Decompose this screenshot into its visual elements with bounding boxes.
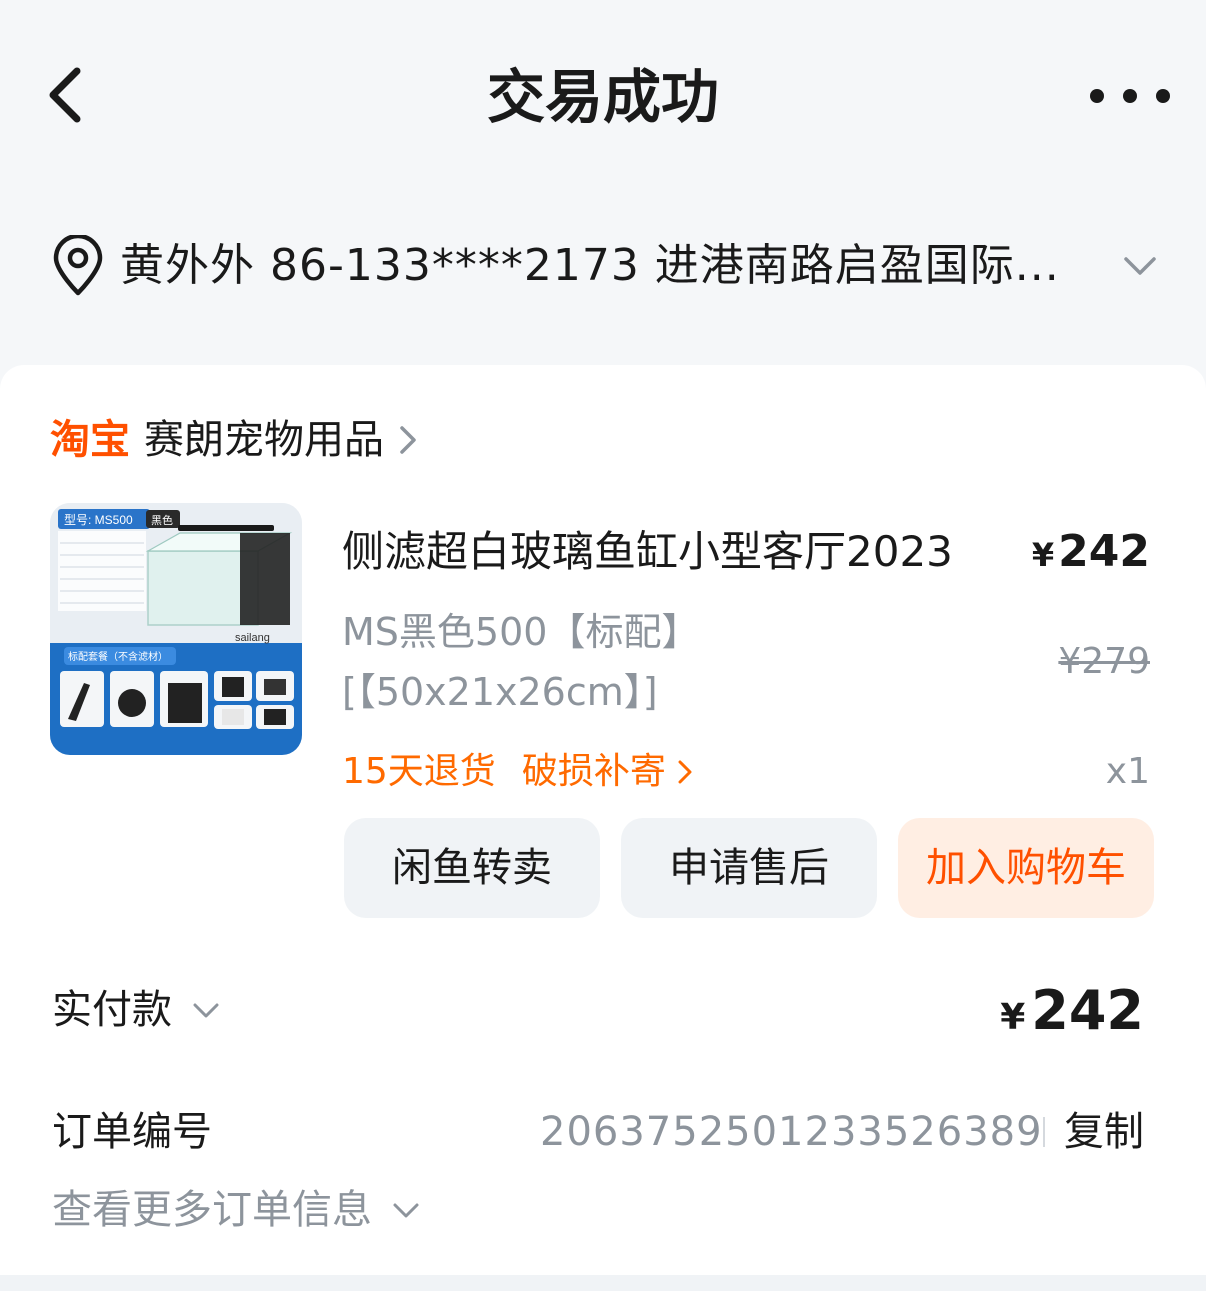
chevron-down-icon	[193, 1003, 219, 1018]
location-pin-icon	[53, 235, 103, 296]
taobao-logo: 淘宝	[50, 417, 130, 463]
currency-symbol: ¥	[1031, 536, 1055, 574]
aquarium-product-image: 型号: MS500 黑色 sailang 标配套餐（不含滤材）	[50, 503, 302, 755]
more-dot-icon	[1156, 89, 1170, 103]
chevron-down-icon	[1124, 257, 1156, 275]
order-number-label: 订单编号	[52, 1109, 212, 1155]
shipping-address-row[interactable]: 黄外外 86-133****2173 进港南路启盈国际...	[50, 225, 1160, 307]
chevron-down-icon	[393, 1203, 419, 1218]
return-policy-tag: 15天退货	[342, 751, 496, 792]
resell-button[interactable]: 闲鱼转卖	[344, 818, 600, 918]
shop-name: 赛朗宠物用品	[144, 417, 384, 463]
more-menu-button[interactable]	[1090, 78, 1170, 114]
service-guarantees[interactable]: 15天退货 破损补寄	[342, 742, 696, 802]
price-value: 242	[1058, 526, 1150, 577]
product-thumbnail[interactable]: 型号: MS500 黑色 sailang 标配套餐（不含滤材）	[50, 503, 302, 755]
divider	[1043, 1117, 1045, 1147]
chevron-right-icon	[678, 760, 692, 784]
page-title: 交易成功	[486, 63, 719, 131]
damage-reship-tag: 破损补寄	[521, 751, 666, 792]
copy-order-number-button[interactable]: 复制	[1064, 1102, 1144, 1162]
product-title[interactable]: 侧滤超白玻璃鱼缸小型客厅2023	[342, 520, 1002, 584]
paid-amount-toggle[interactable]: 实付款	[52, 980, 222, 1040]
original-price: ¥279	[1058, 641, 1150, 682]
model-label: 型号: MS500	[64, 513, 133, 527]
more-dot-icon	[1090, 89, 1104, 103]
address-text: 黄外外 86-133****2173 进港南路启盈国际...	[120, 240, 1060, 291]
add-to-cart-button[interactable]: 加入购物车	[898, 818, 1154, 918]
paid-amount-number: 242	[1031, 979, 1144, 1042]
shop-header[interactable]: 淘宝 赛朗宠物用品	[50, 410, 422, 470]
paid-amount-label: 实付款	[52, 987, 172, 1033]
product-quantity: x1	[1105, 751, 1150, 792]
top-bar: 交易成功 黄外外 86-133****2173 进港南路启盈国际...	[0, 0, 1206, 340]
color-tag: 黑色	[151, 513, 173, 527]
currency-symbol: ¥	[1000, 997, 1026, 1038]
order-number-value: 2063752501233526389	[540, 1109, 1043, 1155]
package-label: 标配套餐（不含滤材）	[68, 650, 168, 663]
brand-label: sailang	[235, 632, 270, 644]
more-dot-icon	[1123, 89, 1137, 103]
paid-amount-value: ¥242	[1000, 976, 1144, 1053]
product-spec: MS黑色500【标配】[【50x21x26cm】]	[342, 610, 700, 714]
more-order-info-label: 查看更多订单信息	[52, 1187, 372, 1233]
product-price: ¥242	[1032, 520, 1150, 587]
section-divider	[0, 1275, 1206, 1291]
chevron-right-icon	[400, 426, 416, 454]
more-order-info-toggle[interactable]: 查看更多订单信息	[52, 1180, 422, 1240]
after-sale-button[interactable]: 申请售后	[621, 818, 877, 918]
